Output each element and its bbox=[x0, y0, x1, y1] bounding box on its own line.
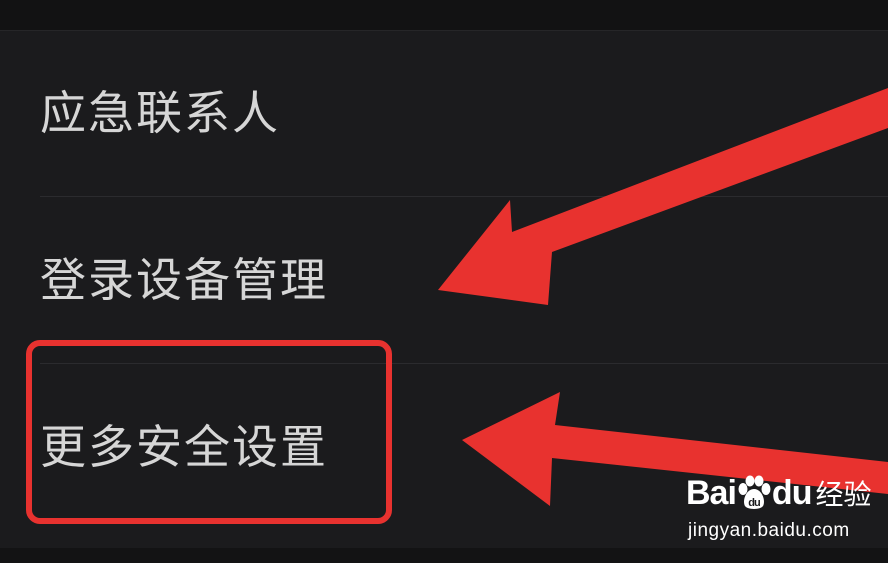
bottom-strip bbox=[0, 548, 888, 563]
top-bar bbox=[0, 0, 888, 31]
watermark-brand-b: du bbox=[771, 473, 813, 512]
watermark-brand-cn: 经验 bbox=[815, 478, 872, 511]
highlight-box-annotation bbox=[26, 340, 392, 524]
menu-item-label: 应急联系人 bbox=[40, 86, 280, 140]
svg-text:du: du bbox=[748, 497, 760, 509]
watermark-brand: Bai du du 经验 bbox=[686, 472, 871, 514]
menu-item-emergency-contacts[interactable]: 应急联系人 bbox=[0, 30, 888, 196]
settings-screen: 应急联系人 登录设备管理 更多安全设置 Bai du du 经验 jingyan… bbox=[0, 0, 888, 563]
menu-item-login-device-management[interactable]: 登录设备管理 bbox=[0, 197, 888, 363]
watermark-brand-a: Bai bbox=[686, 473, 737, 512]
menu-item-label: 登录设备管理 bbox=[40, 253, 328, 307]
baidu-paw-icon: du bbox=[738, 475, 771, 509]
baidu-jingyan-watermark: Bai du du 经验 jingyan.baidu.com bbox=[686, 472, 876, 546]
watermark-url: jingyan.baidu.com bbox=[688, 520, 850, 541]
